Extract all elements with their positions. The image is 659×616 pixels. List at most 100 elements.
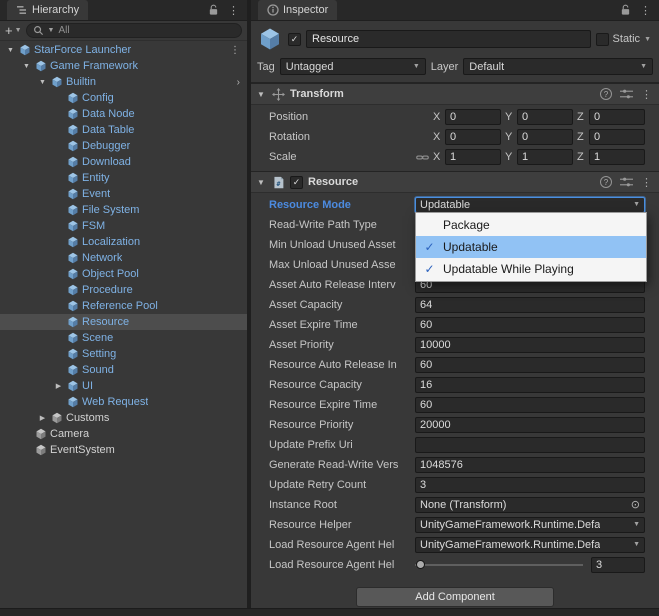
scale-z-field[interactable]: 1 — [589, 149, 645, 165]
tree-item-network[interactable]: Network — [0, 250, 247, 266]
tree-item-fsm[interactable]: FSM — [0, 218, 247, 234]
popup-item-updatable[interactable]: ✓Updatable — [416, 236, 646, 258]
object-picker-icon[interactable]: ⊙ — [631, 500, 640, 511]
property-label: Resource Expire Time — [269, 399, 415, 411]
tree-item-data-node[interactable]: Data Node — [0, 106, 247, 122]
inspector-icon — [267, 4, 279, 16]
asset-expire-time-field[interactable]: 60 — [415, 317, 645, 333]
foldout-closed-icon[interactable]: ▶ — [36, 414, 49, 422]
load-resource-agent-hel-slider[interactable] — [415, 564, 583, 566]
position-z-field[interactable]: 0 — [589, 109, 645, 125]
position-x-field[interactable]: 0 — [445, 109, 501, 125]
resource-enabled-checkbox[interactable]: ✓ — [290, 176, 303, 189]
tree-item-eventsystem[interactable]: EventSystem — [0, 442, 247, 458]
tab-inspector[interactable]: Inspector — [258, 0, 337, 20]
rotation-x-field[interactable]: 0 — [445, 129, 501, 145]
foldout-open-icon[interactable]: ▼ — [36, 79, 49, 86]
active-checkbox[interactable]: ✓ — [288, 33, 301, 46]
rotation-y-field[interactable]: 0 — [517, 129, 573, 145]
load-resource-agent-hel-value-field[interactable]: 3 — [591, 557, 645, 573]
asset-capacity-field[interactable]: 64 — [415, 297, 645, 313]
tree-item-localization[interactable]: Localization — [0, 234, 247, 250]
prefab-icon — [65, 268, 80, 280]
tree-item-customs[interactable]: ▶Customs — [0, 410, 247, 426]
tree-item-object-pool[interactable]: Object Pool — [0, 266, 247, 282]
tree-item-entity[interactable]: Entity — [0, 170, 247, 186]
resource-component-header[interactable]: ▼ # ✓ Resource ? ⋮ — [251, 171, 659, 193]
axis-label-y: Y — [505, 151, 517, 163]
update-prefix-uri-field[interactable] — [415, 437, 645, 453]
rotation-z-field[interactable]: 0 — [589, 129, 645, 145]
presets-icon[interactable] — [620, 88, 633, 100]
gameobject-name-field[interactable]: Resource — [306, 30, 591, 48]
tree-item-file-system[interactable]: File System — [0, 202, 247, 218]
tree-item-resource[interactable]: Resource — [0, 314, 247, 330]
tree-item-data-table[interactable]: Data Table — [0, 122, 247, 138]
property-label: Resource Mode — [269, 199, 415, 211]
scale-x-field[interactable]: 1 — [445, 149, 501, 165]
link-scale-icon[interactable] — [415, 151, 429, 164]
tree-item-config[interactable]: Config — [0, 90, 247, 106]
tree-item-ui[interactable]: ▶UI — [0, 378, 247, 394]
popup-item-updatable-while-playing[interactable]: ✓Updatable While Playing — [416, 258, 646, 280]
slider-knob[interactable] — [416, 560, 425, 569]
tree-item-web-request[interactable]: Web Request — [0, 394, 247, 410]
resource-helper-dropdown[interactable]: UnityGameFramework.Runtime.Defa▼ — [415, 517, 645, 533]
kebab-menu-icon[interactable]: ⋮ — [640, 4, 651, 17]
property-label: Resource Auto Release In — [269, 359, 415, 371]
position-y-field[interactable]: 0 — [517, 109, 573, 125]
tree-item-download[interactable]: Download — [0, 154, 247, 170]
add-component-button[interactable]: Add Component — [356, 587, 554, 607]
popup-item-package[interactable]: Package — [416, 214, 646, 236]
resource-mode-dropdown[interactable]: Updatable▼ — [415, 197, 645, 213]
tree-item-sound[interactable]: Sound — [0, 362, 247, 378]
tab-hierarchy[interactable]: Hierarchy — [7, 0, 88, 20]
tree-item-game-framework[interactable]: ▼Game Framework — [0, 58, 247, 74]
kebab-menu-icon[interactable]: ⋮ — [228, 4, 239, 17]
open-prefab-icon[interactable]: › — [237, 77, 247, 88]
tree-item-starforce-launcher[interactable]: ▼StarForce Launcher⋮ — [0, 42, 247, 58]
tag-dropdown[interactable]: Untagged ▼ — [280, 58, 426, 75]
presets-icon[interactable] — [620, 176, 633, 188]
static-checkbox[interactable] — [596, 33, 609, 46]
tree-item-debugger[interactable]: Debugger — [0, 138, 247, 154]
resource-capacity-field[interactable]: 16 — [415, 377, 645, 393]
search-input[interactable]: ▼ All — [26, 23, 242, 38]
foldout-open-icon[interactable]: ▼ — [20, 63, 33, 70]
foldout-open-icon[interactable]: ▼ — [255, 90, 267, 99]
tree-item-reference-pool[interactable]: Reference Pool — [0, 298, 247, 314]
kebab-menu-icon[interactable]: ⋮ — [641, 176, 652, 189]
kebab-menu-icon[interactable]: ⋮ — [641, 88, 652, 101]
hierarchy-tabbar: Hierarchy ⋮ — [0, 0, 247, 21]
foldout-closed-icon[interactable]: ▶ — [52, 382, 65, 390]
tree-item-setting[interactable]: Setting — [0, 346, 247, 362]
create-menu-button[interactable]: + ▼ — [5, 23, 22, 38]
resource-priority-field[interactable]: 20000 — [415, 417, 645, 433]
tree-item-scene[interactable]: Scene — [0, 330, 247, 346]
resource-auto-release-in-field[interactable]: 60 — [415, 357, 645, 373]
help-icon[interactable]: ? — [600, 176, 612, 188]
tree-item-procedure[interactable]: Procedure — [0, 282, 247, 298]
gameobject-icon — [33, 428, 48, 440]
help-icon[interactable]: ? — [600, 88, 612, 100]
layer-dropdown[interactable]: Default ▼ — [463, 58, 653, 75]
field-row-instance-root-15: Instance RootNone (Transform)⊙ — [251, 495, 659, 515]
lock-icon[interactable] — [208, 4, 219, 16]
foldout-open-icon[interactable]: ▼ — [4, 47, 17, 54]
tree-item-label: Data Table — [82, 124, 134, 136]
static-toggle[interactable]: Static ▼ — [596, 33, 653, 46]
generate-read-write-vers-field[interactable]: 1048576 — [415, 457, 645, 473]
tree-item-event[interactable]: Event — [0, 186, 247, 202]
foldout-open-icon[interactable]: ▼ — [255, 178, 267, 187]
scale-y-field[interactable]: 1 — [517, 149, 573, 165]
load-resource-agent-hel-dropdown[interactable]: UnityGameFramework.Runtime.Defa▼ — [415, 537, 645, 553]
asset-priority-field[interactable]: 10000 — [415, 337, 645, 353]
transform-component-header[interactable]: ▼ Transform ? ⋮ — [251, 83, 659, 105]
kebab-menu-icon[interactable]: ⋮ — [230, 45, 247, 56]
lock-icon[interactable] — [620, 4, 631, 16]
tree-item-camera[interactable]: Camera — [0, 426, 247, 442]
resource-expire-time-field[interactable]: 60 — [415, 397, 645, 413]
update-retry-count-field[interactable]: 3 — [415, 477, 645, 493]
instance-root-object-field[interactable]: None (Transform)⊙ — [415, 497, 645, 513]
tree-item-builtin[interactable]: ▼Builtin› — [0, 74, 247, 90]
